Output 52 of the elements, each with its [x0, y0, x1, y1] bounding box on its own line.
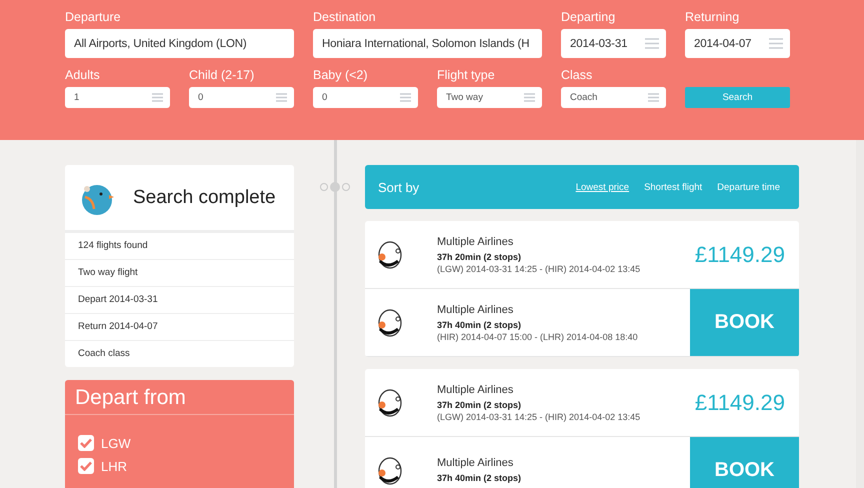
field-label: Departing [561, 10, 616, 24]
checkbox[interactable] [78, 435, 94, 451]
date-field[interactable]: 2014-04-07 [685, 29, 790, 58]
airline-name: Multiple Airlines [437, 384, 514, 396]
menu-lines-icon [645, 38, 659, 49]
price-text: £1149.29 [694, 242, 785, 268]
field-label: Child (2-17) [189, 68, 256, 82]
summary-item: Coach class [65, 340, 294, 367]
menu-lines-icon [276, 93, 287, 102]
airline-name: Multiple Airlines [437, 304, 514, 316]
field-label: Class [561, 68, 594, 82]
checkbox[interactable] [78, 458, 94, 474]
field-label: Returning [685, 10, 740, 24]
filter-title: Depart from [65, 380, 294, 415]
sort-title: Sort by [378, 180, 420, 194]
flight-duration: 37h 20min (2 stops) [437, 400, 522, 410]
dropdown-field[interactable]: 0 [313, 87, 418, 108]
field-label: Destination [313, 10, 377, 24]
flight-duration: 37h 40min (2 stops) [437, 320, 522, 330]
flight-duration: 37h 20min (2 stops) [437, 252, 522, 262]
dropdown-field[interactable]: 1 [65, 87, 170, 108]
menu-lines-icon [152, 93, 163, 102]
field-label: Departure [65, 10, 122, 24]
summary-title: Search complete [133, 186, 276, 208]
menu-lines-icon [648, 93, 659, 102]
checkbox-label: LGW [101, 436, 131, 450]
field-label: Baby (<2) [313, 68, 369, 82]
field-label: Flight type [437, 68, 496, 82]
flight-duration: 37h 40min (2 stops) [437, 472, 522, 482]
flight-route: (HIR) 2014-04-07 15:00 - (LHR) 2014-04-08 18:40 [437, 332, 639, 342]
menu-lines-icon [400, 93, 411, 102]
text-field[interactable]: All Airports, United Kingdom (LON) [65, 29, 294, 58]
price-text: £1149.29 [694, 390, 785, 416]
date-field[interactable]: 2014-03-31 [561, 29, 666, 58]
summary-item: Two way flight [65, 259, 294, 286]
flight-route: (LGW) 2014-03-31 14:25 - (HIR) 2014-04-02 13:45 [437, 412, 642, 422]
menu-lines-icon [769, 38, 783, 49]
airline-name: Multiple Airlines [437, 456, 514, 468]
summary-item: Depart 2014-03-31 [65, 286, 294, 313]
flight-route: (LGW) 2014-03-31 14:25 - (HIR) 2014-04-02 13:45 [437, 264, 642, 274]
airline-name: Multiple Airlines [437, 236, 514, 248]
checkbox-label: LHR [101, 458, 128, 474]
summary-item: Return 2014-04-07 [65, 313, 294, 340]
field-label: Adults [65, 68, 101, 82]
dropdown-field[interactable]: 0 [189, 87, 294, 108]
menu-lines-icon [524, 93, 535, 102]
scrollbar[interactable] [856, 140, 864, 488]
text-field[interactable]: Honiara International, Solomon Islands (H [313, 29, 542, 58]
dropdown-field[interactable]: Two way [437, 87, 542, 108]
dropdown-field[interactable]: Coach [561, 87, 666, 108]
slider-dots-icon[interactable] [319, 181, 351, 193]
summary-item: 124 flights found [65, 232, 294, 259]
